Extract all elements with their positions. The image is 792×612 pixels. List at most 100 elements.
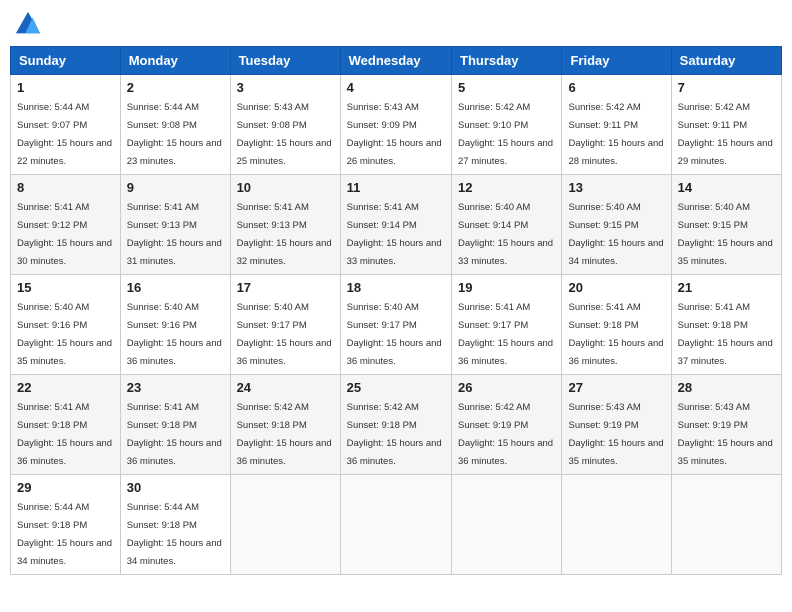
calendar-cell: 22 Sunrise: 5:41 AMSunset: 9:18 PMDaylig… [11, 375, 121, 475]
day-info: Sunrise: 5:44 AMSunset: 9:18 PMDaylight:… [127, 502, 222, 567]
calendar-cell [230, 475, 340, 575]
day-info: Sunrise: 5:42 AMSunset: 9:18 PMDaylight:… [237, 402, 332, 467]
calendar-header-row: SundayMondayTuesdayWednesdayThursdayFrid… [11, 47, 782, 75]
calendar-cell: 1 Sunrise: 5:44 AMSunset: 9:07 PMDayligh… [11, 75, 121, 175]
calendar-cell: 29 Sunrise: 5:44 AMSunset: 9:18 PMDaylig… [11, 475, 121, 575]
day-number: 23 [127, 380, 224, 395]
weekday-header-thursday: Thursday [452, 47, 562, 75]
calendar-cell: 20 Sunrise: 5:41 AMSunset: 9:18 PMDaylig… [562, 275, 671, 375]
calendar-cell: 10 Sunrise: 5:41 AMSunset: 9:13 PMDaylig… [230, 175, 340, 275]
day-number: 21 [678, 280, 775, 295]
day-info: Sunrise: 5:40 AMSunset: 9:16 PMDaylight:… [127, 302, 222, 367]
calendar-cell [562, 475, 671, 575]
calendar-cell [340, 475, 451, 575]
calendar-cell: 8 Sunrise: 5:41 AMSunset: 9:12 PMDayligh… [11, 175, 121, 275]
calendar-cell: 30 Sunrise: 5:44 AMSunset: 9:18 PMDaylig… [120, 475, 230, 575]
calendar-cell: 7 Sunrise: 5:42 AMSunset: 9:11 PMDayligh… [671, 75, 781, 175]
day-info: Sunrise: 5:42 AMSunset: 9:11 PMDaylight:… [678, 102, 773, 167]
calendar-cell: 13 Sunrise: 5:40 AMSunset: 9:15 PMDaylig… [562, 175, 671, 275]
day-number: 10 [237, 180, 334, 195]
day-number: 27 [568, 380, 664, 395]
logo [14, 10, 42, 38]
day-info: Sunrise: 5:43 AMSunset: 9:09 PMDaylight:… [347, 102, 442, 167]
day-info: Sunrise: 5:43 AMSunset: 9:08 PMDaylight:… [237, 102, 332, 167]
day-number: 12 [458, 180, 555, 195]
day-info: Sunrise: 5:42 AMSunset: 9:18 PMDaylight:… [347, 402, 442, 467]
calendar-cell: 17 Sunrise: 5:40 AMSunset: 9:17 PMDaylig… [230, 275, 340, 375]
calendar-cell: 18 Sunrise: 5:40 AMSunset: 9:17 PMDaylig… [340, 275, 451, 375]
day-info: Sunrise: 5:41 AMSunset: 9:14 PMDaylight:… [347, 202, 442, 267]
calendar-table: SundayMondayTuesdayWednesdayThursdayFrid… [10, 46, 782, 575]
weekday-header-tuesday: Tuesday [230, 47, 340, 75]
calendar-body: 1 Sunrise: 5:44 AMSunset: 9:07 PMDayligh… [11, 75, 782, 575]
day-number: 6 [568, 80, 664, 95]
day-info: Sunrise: 5:43 AMSunset: 9:19 PMDaylight:… [568, 402, 663, 467]
calendar-cell: 5 Sunrise: 5:42 AMSunset: 9:10 PMDayligh… [452, 75, 562, 175]
weekday-header-saturday: Saturday [671, 47, 781, 75]
calendar-cell: 3 Sunrise: 5:43 AMSunset: 9:08 PMDayligh… [230, 75, 340, 175]
calendar-cell: 26 Sunrise: 5:42 AMSunset: 9:19 PMDaylig… [452, 375, 562, 475]
calendar-cell: 14 Sunrise: 5:40 AMSunset: 9:15 PMDaylig… [671, 175, 781, 275]
day-number: 28 [678, 380, 775, 395]
day-info: Sunrise: 5:41 AMSunset: 9:17 PMDaylight:… [458, 302, 553, 367]
day-number: 18 [347, 280, 445, 295]
weekday-header-monday: Monday [120, 47, 230, 75]
day-number: 11 [347, 180, 445, 195]
day-info: Sunrise: 5:40 AMSunset: 9:15 PMDaylight:… [568, 202, 663, 267]
day-info: Sunrise: 5:41 AMSunset: 9:12 PMDaylight:… [17, 202, 112, 267]
day-number: 17 [237, 280, 334, 295]
day-number: 26 [458, 380, 555, 395]
day-info: Sunrise: 5:40 AMSunset: 9:17 PMDaylight:… [347, 302, 442, 367]
day-info: Sunrise: 5:42 AMSunset: 9:10 PMDaylight:… [458, 102, 553, 167]
calendar-week-5: 29 Sunrise: 5:44 AMSunset: 9:18 PMDaylig… [11, 475, 782, 575]
day-number: 7 [678, 80, 775, 95]
calendar-cell: 19 Sunrise: 5:41 AMSunset: 9:17 PMDaylig… [452, 275, 562, 375]
day-info: Sunrise: 5:40 AMSunset: 9:17 PMDaylight:… [237, 302, 332, 367]
calendar-cell: 21 Sunrise: 5:41 AMSunset: 9:18 PMDaylig… [671, 275, 781, 375]
calendar-cell: 25 Sunrise: 5:42 AMSunset: 9:18 PMDaylig… [340, 375, 451, 475]
day-number: 14 [678, 180, 775, 195]
day-number: 5 [458, 80, 555, 95]
day-info: Sunrise: 5:44 AMSunset: 9:08 PMDaylight:… [127, 102, 222, 167]
day-number: 29 [17, 480, 114, 495]
day-number: 30 [127, 480, 224, 495]
day-number: 4 [347, 80, 445, 95]
calendar-cell: 28 Sunrise: 5:43 AMSunset: 9:19 PMDaylig… [671, 375, 781, 475]
calendar-cell: 2 Sunrise: 5:44 AMSunset: 9:08 PMDayligh… [120, 75, 230, 175]
day-info: Sunrise: 5:40 AMSunset: 9:16 PMDaylight:… [17, 302, 112, 367]
day-info: Sunrise: 5:41 AMSunset: 9:18 PMDaylight:… [17, 402, 112, 467]
calendar-cell: 11 Sunrise: 5:41 AMSunset: 9:14 PMDaylig… [340, 175, 451, 275]
day-number: 1 [17, 80, 114, 95]
calendar-cell: 23 Sunrise: 5:41 AMSunset: 9:18 PMDaylig… [120, 375, 230, 475]
day-number: 19 [458, 280, 555, 295]
day-number: 25 [347, 380, 445, 395]
calendar-cell: 12 Sunrise: 5:40 AMSunset: 9:14 PMDaylig… [452, 175, 562, 275]
day-info: Sunrise: 5:41 AMSunset: 9:18 PMDaylight:… [568, 302, 663, 367]
day-info: Sunrise: 5:41 AMSunset: 9:18 PMDaylight:… [127, 402, 222, 467]
calendar-week-4: 22 Sunrise: 5:41 AMSunset: 9:18 PMDaylig… [11, 375, 782, 475]
day-number: 22 [17, 380, 114, 395]
day-info: Sunrise: 5:41 AMSunset: 9:13 PMDaylight:… [127, 202, 222, 267]
day-number: 24 [237, 380, 334, 395]
weekday-header-sunday: Sunday [11, 47, 121, 75]
day-number: 9 [127, 180, 224, 195]
calendar-cell: 24 Sunrise: 5:42 AMSunset: 9:18 PMDaylig… [230, 375, 340, 475]
calendar-cell: 15 Sunrise: 5:40 AMSunset: 9:16 PMDaylig… [11, 275, 121, 375]
day-number: 8 [17, 180, 114, 195]
day-info: Sunrise: 5:44 AMSunset: 9:18 PMDaylight:… [17, 502, 112, 567]
day-info: Sunrise: 5:40 AMSunset: 9:14 PMDaylight:… [458, 202, 553, 267]
calendar-cell: 6 Sunrise: 5:42 AMSunset: 9:11 PMDayligh… [562, 75, 671, 175]
calendar-cell [452, 475, 562, 575]
calendar-cell: 27 Sunrise: 5:43 AMSunset: 9:19 PMDaylig… [562, 375, 671, 475]
calendar-cell [671, 475, 781, 575]
day-info: Sunrise: 5:42 AMSunset: 9:11 PMDaylight:… [568, 102, 663, 167]
calendar-cell: 4 Sunrise: 5:43 AMSunset: 9:09 PMDayligh… [340, 75, 451, 175]
day-info: Sunrise: 5:43 AMSunset: 9:19 PMDaylight:… [678, 402, 773, 467]
day-info: Sunrise: 5:42 AMSunset: 9:19 PMDaylight:… [458, 402, 553, 467]
day-number: 16 [127, 280, 224, 295]
day-number: 15 [17, 280, 114, 295]
day-number: 13 [568, 180, 664, 195]
day-info: Sunrise: 5:41 AMSunset: 9:18 PMDaylight:… [678, 302, 773, 367]
day-info: Sunrise: 5:41 AMSunset: 9:13 PMDaylight:… [237, 202, 332, 267]
calendar-cell: 16 Sunrise: 5:40 AMSunset: 9:16 PMDaylig… [120, 275, 230, 375]
